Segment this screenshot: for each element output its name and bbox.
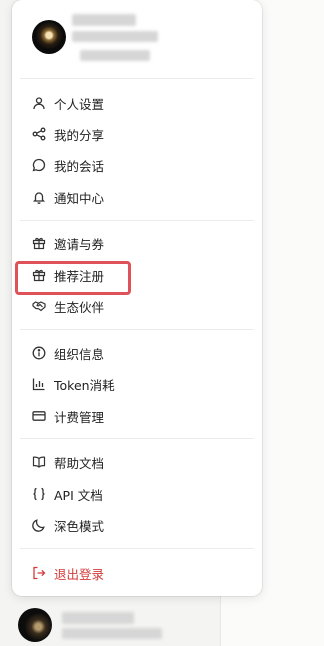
menu-item-label: Token消耗 [54,377,115,393]
divider [20,78,254,79]
menu-item-label: 生态伙伴 [54,299,105,315]
avatar [32,20,66,54]
profile-header [12,0,262,78]
bar-chart-icon [32,377,46,391]
menu-item-label: 个人设置 [54,96,105,112]
menu-item-logout[interactable]: 退出登录 [20,558,254,588]
menu-item-label: 深色模式 [54,518,105,534]
menu-item-api-docs[interactable]: API 文档 [20,479,254,509]
logout-icon [32,566,46,580]
menu-item-my-conversations[interactable]: 我的会话 [20,150,254,180]
menu-item-label: 通知中心 [54,190,105,206]
menu-item-label: 我的分享 [54,127,105,143]
redacted-account-name [62,612,134,624]
user-icon [32,96,46,110]
menu-item-invites-coupons[interactable]: 邀请与券 [20,228,254,258]
credit-card-icon [32,409,46,423]
menu-item-label: 退出登录 [54,566,105,582]
redacted-info [80,50,150,61]
menu-item-notification-center[interactable]: 通知中心 [20,182,254,212]
redacted-email [72,31,158,42]
info-icon [32,346,46,360]
gift-icon [32,236,46,250]
menu-item-my-shares[interactable]: 我的分享 [20,119,254,149]
redacted-account-info [62,628,162,639]
menu-item-personal-settings[interactable]: 个人设置 [20,88,254,118]
redacted-username [72,14,136,26]
menu-item-token-usage[interactable]: Token消耗 [20,369,254,399]
divider [20,220,254,221]
book-icon [32,455,46,469]
menu-item-billing[interactable]: 计费管理 [20,401,254,431]
handshake-icon [32,299,46,313]
braces-icon [32,487,46,501]
menu-item-help-docs[interactable]: 帮助文档 [20,447,254,477]
menu-item-referral-signup[interactable]: 推荐注册 [20,260,254,290]
menu-item-label: 邀请与券 [54,236,105,252]
menu-item-dark-mode[interactable]: 深色模式 [20,510,254,540]
chat-bubble-icon [32,158,46,172]
account-avatar[interactable] [18,608,52,642]
menu-item-organization-info[interactable]: 组织信息 [20,338,254,368]
divider [20,329,254,330]
gift-icon [32,268,46,282]
bell-icon [32,190,46,204]
divider [20,548,254,549]
menu-item-label: 推荐注册 [54,268,105,284]
menu-item-label: 组织信息 [54,346,105,362]
user-menu-popup: 个人设置 我的分享 我的会话 通知中心 邀请与券 推荐注册 生态伙伴 组织信息 … [12,0,262,596]
menu-item-label: 帮助文档 [54,455,105,471]
divider [20,438,254,439]
menu-item-eco-partners[interactable]: 生态伙伴 [20,291,254,321]
menu-item-label: 计费管理 [54,409,105,425]
menu-item-label: 我的会话 [54,158,105,174]
menu-item-label: API 文档 [54,487,103,503]
moon-icon [32,518,46,532]
share-icon [32,127,46,141]
